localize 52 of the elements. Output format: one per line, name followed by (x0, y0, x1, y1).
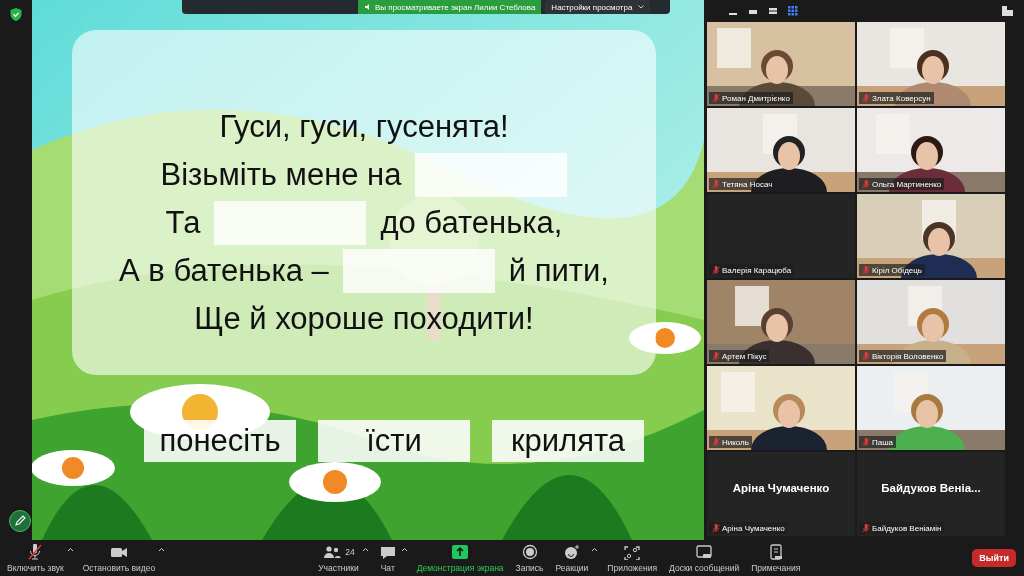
caret-icon[interactable] (591, 546, 599, 552)
monitor-icon (694, 543, 715, 560)
poem-text: й пити, (508, 253, 609, 289)
stop-video-button[interactable]: Остановить видео (79, 541, 159, 575)
poem-text: Гуси, гуси, гусенята! (219, 109, 509, 145)
sharing-notice: Вы просматриваете экран Лилии Стеблова (358, 0, 542, 14)
participant-name: Байдуков Веніа... (880, 482, 982, 494)
poem-text: до батенька, (380, 205, 563, 241)
caret-icon (638, 5, 645, 9)
name-label: Роман Дмитрієнко (709, 92, 793, 104)
apps-icon (622, 543, 643, 560)
unmute-button[interactable]: Включить звук (4, 541, 67, 575)
name-label: Ольга Мартиненко (859, 178, 945, 190)
share-screen-button[interactable]: Демонстрация экрана (413, 541, 507, 575)
chat-button[interactable]: Чат (374, 541, 401, 575)
caret-icon[interactable] (400, 546, 408, 552)
name-label: Николь (709, 436, 752, 448)
annotate-button[interactable] (9, 510, 31, 532)
name-label: Валерія Карацюба (709, 264, 795, 276)
notes-button[interactable]: Примечания (748, 541, 804, 575)
poem-text: Та (165, 205, 201, 241)
gallery-view-icon[interactable] (788, 6, 798, 16)
apps-button[interactable]: Приложения (604, 541, 661, 575)
name-label: Аріна Чумаченко (709, 522, 788, 534)
participant-name: Аріна Чумаченко (731, 482, 831, 494)
whiteboards-button[interactable]: Доски сообщений (666, 541, 743, 575)
caret-icon[interactable] (158, 546, 166, 552)
caret-icon[interactable] (66, 546, 74, 552)
record-button[interactable]: Запись (512, 541, 547, 575)
reactions-button[interactable]: Реакции (552, 541, 592, 575)
name-label: Паша (859, 436, 897, 448)
caret-icon[interactable] (361, 546, 369, 552)
word-card[interactable]: крилята (492, 420, 644, 462)
speaker-view-icon[interactable] (768, 6, 778, 16)
name-label: Байдуков Веніамін (859, 522, 945, 534)
pen-icon (14, 515, 26, 527)
name-label: Кіріл Обідець (859, 264, 925, 276)
name-label: Злата Коверсун (859, 92, 934, 104)
speaker-icon (364, 3, 372, 11)
poem-text: А в батенька – (119, 253, 329, 289)
fullscreen-button[interactable] (1001, 5, 1014, 17)
name-label: Вікторія Воловенко (859, 350, 947, 362)
name-label: Артем Пікус (709, 350, 770, 362)
people-icon (322, 543, 343, 560)
leave-button[interactable]: Выйти (972, 549, 1016, 567)
word-card[interactable]: їсти (318, 420, 470, 462)
shield-icon[interactable] (10, 8, 22, 21)
poem-text: Ще й хороше походити! (194, 301, 534, 337)
participants-button[interactable]: 24 Участники (315, 541, 362, 575)
view-options-button[interactable]: Настройки просмотра (545, 0, 651, 14)
word-card[interactable]: понесіть (144, 420, 296, 462)
poem-text: Візьміть мене на (160, 157, 402, 193)
